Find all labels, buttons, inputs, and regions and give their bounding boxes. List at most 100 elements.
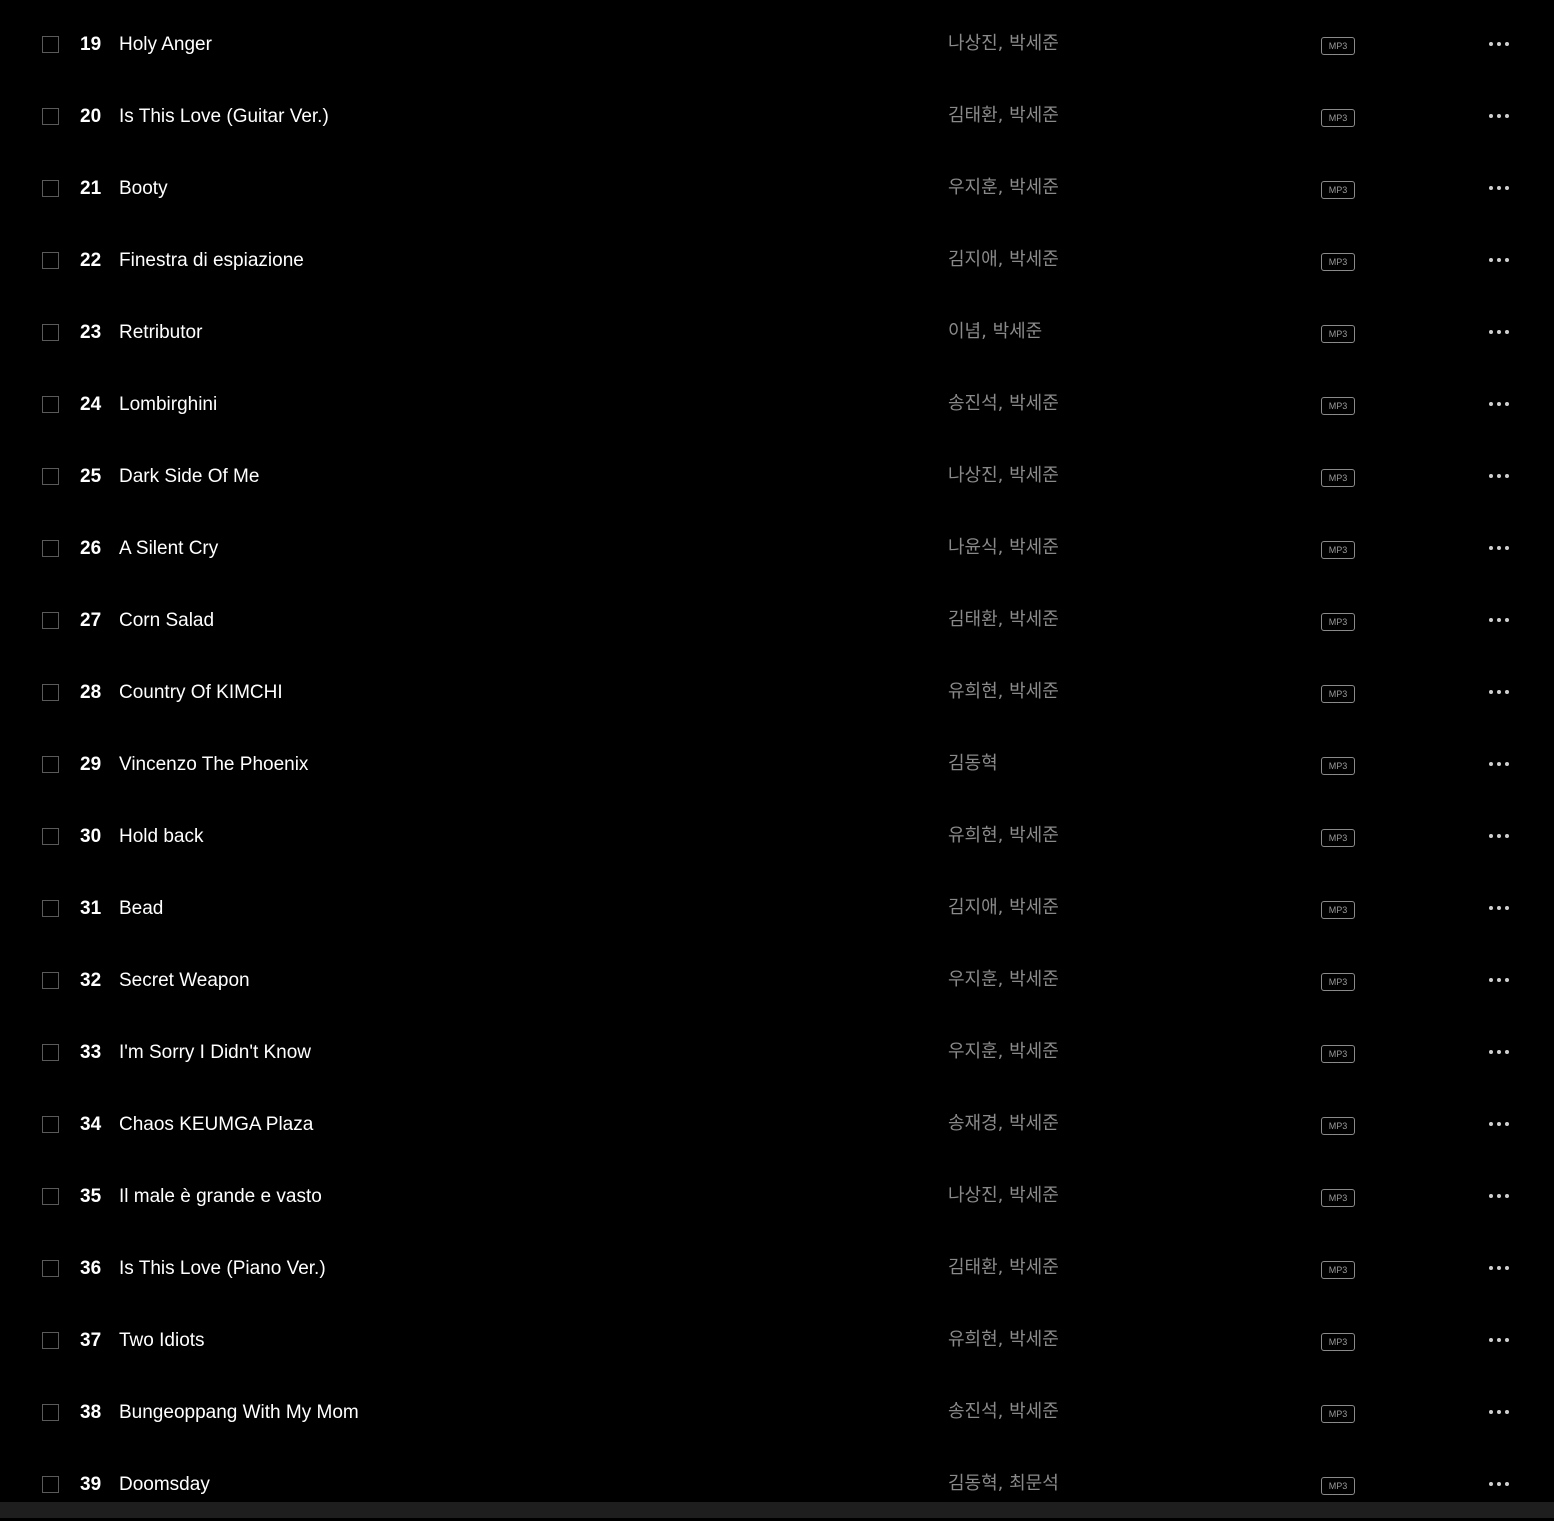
track-title[interactable]: Vincenzo The Phoenix xyxy=(119,754,308,776)
track-number: 22 xyxy=(80,250,102,271)
track-artist[interactable]: 우지훈, 박세준 xyxy=(948,1041,1059,1063)
track-select-checkbox[interactable] xyxy=(42,396,59,413)
track-title[interactable]: Is This Love (Piano Ver.) xyxy=(119,1258,326,1280)
track-select-checkbox[interactable] xyxy=(42,108,59,125)
track-number: 20 xyxy=(80,106,102,127)
track-title[interactable]: Chaos KEUMGA Plaza xyxy=(119,1114,313,1136)
track-number: 36 xyxy=(80,1258,102,1279)
track-artist[interactable]: 나상진, 박세준 xyxy=(948,33,1059,55)
format-badge: MP3 xyxy=(1321,37,1355,55)
format-badge: MP3 xyxy=(1321,685,1355,703)
more-options-button[interactable] xyxy=(1486,393,1514,415)
track-artist[interactable]: 우지훈, 박세준 xyxy=(948,969,1059,991)
more-options-button[interactable] xyxy=(1486,1401,1514,1423)
more-options-button[interactable] xyxy=(1486,681,1514,703)
track-select-checkbox[interactable] xyxy=(42,1044,59,1061)
track-artist[interactable]: 송진석, 박세준 xyxy=(948,393,1059,415)
more-options-button[interactable] xyxy=(1486,1185,1514,1207)
format-badge: MP3 xyxy=(1321,613,1355,631)
track-artist[interactable]: 송진석, 박세준 xyxy=(948,1401,1059,1423)
track-artist[interactable]: 유희현, 박세준 xyxy=(948,681,1059,703)
track-title[interactable]: Two Idiots xyxy=(119,1330,205,1352)
more-options-button[interactable] xyxy=(1486,753,1514,775)
track-artist[interactable]: 송재경, 박세준 xyxy=(948,1113,1059,1135)
track-title[interactable]: Country Of KIMCHI xyxy=(119,682,283,704)
track-artist[interactable]: 김태환, 박세준 xyxy=(948,609,1059,631)
more-options-button[interactable] xyxy=(1486,177,1514,199)
track-artist[interactable]: 김지애, 박세준 xyxy=(948,897,1059,919)
track-select-checkbox[interactable] xyxy=(42,612,59,629)
track-title[interactable]: Corn Salad xyxy=(119,610,214,632)
track-select-checkbox[interactable] xyxy=(42,540,59,557)
track-artist[interactable]: 나윤식, 박세준 xyxy=(948,537,1059,559)
track-select-checkbox[interactable] xyxy=(42,972,59,989)
more-options-button[interactable] xyxy=(1486,321,1514,343)
more-options-button[interactable] xyxy=(1486,1041,1514,1063)
track-select-checkbox[interactable] xyxy=(42,1476,59,1493)
track-artist[interactable]: 김동혁 xyxy=(948,753,998,775)
track-row: 26 A Silent Cry 나윤식, 박세준 MP3 xyxy=(0,513,1554,585)
more-options-button[interactable] xyxy=(1486,609,1514,631)
track-title[interactable]: Bungeoppang With My Mom xyxy=(119,1402,359,1424)
track-title[interactable]: Lombirghini xyxy=(119,394,217,416)
track-number: 28 xyxy=(80,682,102,703)
track-number: 24 xyxy=(80,394,102,415)
track-title[interactable]: Hold back xyxy=(119,826,204,848)
track-artist[interactable]: 이념, 박세준 xyxy=(948,321,1042,343)
track-artist[interactable]: 김태환, 박세준 xyxy=(948,105,1059,127)
format-badge: MP3 xyxy=(1321,1261,1355,1279)
more-options-button[interactable] xyxy=(1486,105,1514,127)
more-options-button[interactable] xyxy=(1486,969,1514,991)
track-artist[interactable]: 유희현, 박세준 xyxy=(948,1329,1059,1351)
track-select-checkbox[interactable] xyxy=(42,1332,59,1349)
track-select-checkbox[interactable] xyxy=(42,1188,59,1205)
more-options-button[interactable] xyxy=(1486,1113,1514,1135)
more-options-icon xyxy=(1489,1266,1509,1270)
track-number: 38 xyxy=(80,1402,102,1423)
track-select-checkbox[interactable] xyxy=(42,684,59,701)
track-title[interactable]: Booty xyxy=(119,178,168,200)
track-select-checkbox[interactable] xyxy=(42,324,59,341)
track-select-checkbox[interactable] xyxy=(42,468,59,485)
track-title[interactable]: Is This Love (Guitar Ver.) xyxy=(119,106,329,128)
track-title[interactable]: Il male è grande e vasto xyxy=(119,1186,322,1208)
track-artist[interactable]: 유희현, 박세준 xyxy=(948,825,1059,847)
track-select-checkbox[interactable] xyxy=(42,252,59,269)
track-select-checkbox[interactable] xyxy=(42,1116,59,1133)
more-options-button[interactable] xyxy=(1486,537,1514,559)
more-options-button[interactable] xyxy=(1486,33,1514,55)
track-title[interactable]: Retributor xyxy=(119,322,202,344)
track-title[interactable]: Bead xyxy=(119,898,163,920)
track-title[interactable]: Dark Side Of Me xyxy=(119,466,259,488)
more-options-button[interactable] xyxy=(1486,825,1514,847)
track-number: 34 xyxy=(80,1114,102,1135)
track-artist[interactable]: 우지훈, 박세준 xyxy=(948,177,1059,199)
track-artist[interactable]: 나상진, 박세준 xyxy=(948,465,1059,487)
track-title[interactable]: Finestra di espiazione xyxy=(119,250,304,272)
more-options-button[interactable] xyxy=(1486,1329,1514,1351)
track-artist[interactable]: 김동혁, 최문석 xyxy=(948,1473,1059,1495)
track-title[interactable]: I'm Sorry I Didn't Know xyxy=(119,1042,311,1064)
track-select-checkbox[interactable] xyxy=(42,900,59,917)
track-artist[interactable]: 김지애, 박세준 xyxy=(948,249,1059,271)
track-select-checkbox[interactable] xyxy=(42,180,59,197)
track-select-checkbox[interactable] xyxy=(42,1260,59,1277)
more-options-button[interactable] xyxy=(1486,897,1514,919)
track-number: 33 xyxy=(80,1042,102,1063)
track-select-checkbox[interactable] xyxy=(42,828,59,845)
track-title[interactable]: Secret Weapon xyxy=(119,970,250,992)
track-artist[interactable]: 김태환, 박세준 xyxy=(948,1257,1059,1279)
track-title[interactable]: Doomsday xyxy=(119,1474,210,1496)
track-title[interactable]: A Silent Cry xyxy=(119,538,218,560)
more-options-button[interactable] xyxy=(1486,1473,1514,1495)
track-title[interactable]: Holy Anger xyxy=(119,34,212,56)
more-options-button[interactable] xyxy=(1486,465,1514,487)
track-select-checkbox[interactable] xyxy=(42,36,59,53)
track-row: 29 Vincenzo The Phoenix 김동혁 MP3 xyxy=(0,729,1554,801)
horizontal-scrollbar[interactable] xyxy=(0,1502,1554,1518)
track-select-checkbox[interactable] xyxy=(42,1404,59,1421)
track-select-checkbox[interactable] xyxy=(42,756,59,773)
track-artist[interactable]: 나상진, 박세준 xyxy=(948,1185,1059,1207)
more-options-button[interactable] xyxy=(1486,249,1514,271)
more-options-button[interactable] xyxy=(1486,1257,1514,1279)
